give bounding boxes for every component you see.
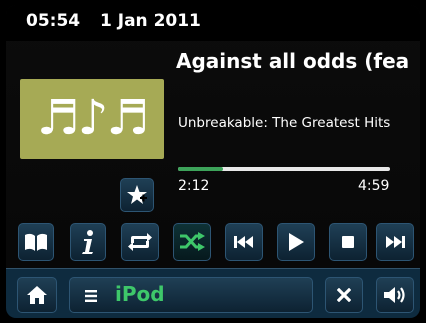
previous-button[interactable] (225, 223, 263, 261)
status-bar: 05:54 1 Jan 2011 (6, 5, 420, 41)
album-name: Unbreakable: The Greatest Hits (178, 115, 391, 131)
menu-icon (85, 290, 97, 302)
info-icon (82, 230, 93, 254)
play-icon (289, 233, 304, 251)
star-add-icon (127, 185, 147, 204)
progress-fill (178, 167, 223, 171)
shuffle-icon (180, 232, 205, 251)
total-time: 4:59 (358, 178, 390, 194)
player-screen: 05:54 1 Jan 2011 ♬♪♬ Against all odds (f… (6, 5, 420, 318)
next-icon (386, 236, 405, 248)
info-button[interactable] (70, 223, 106, 261)
source-label: iPod (115, 282, 165, 306)
home-button[interactable] (17, 277, 57, 313)
clock-date: 1 Jan 2011 (100, 11, 201, 31)
close-icon (337, 288, 351, 302)
volume-button[interactable] (376, 277, 414, 313)
progress-bar[interactable] (178, 167, 390, 171)
clock-time: 05:54 (26, 11, 81, 31)
book-icon (25, 233, 47, 251)
track-title: Against all odds (fea (176, 49, 410, 73)
repeat-button[interactable] (121, 223, 159, 261)
music-notes-icon: ♬♪♬ (36, 90, 150, 146)
source-menu-button[interactable]: iPod (69, 277, 313, 313)
add-favorite-button[interactable] (120, 178, 154, 212)
stop-button[interactable] (329, 223, 367, 261)
elapsed-time: 2:12 (178, 178, 210, 194)
close-button[interactable] (325, 277, 363, 313)
home-icon (27, 286, 47, 304)
repeat-icon (128, 233, 152, 251)
library-button[interactable] (18, 223, 54, 261)
album-art: ♬♪♬ (20, 79, 164, 159)
shuffle-button[interactable] (173, 223, 211, 261)
play-button[interactable] (277, 223, 315, 261)
speaker-icon (384, 287, 405, 303)
next-button[interactable] (376, 223, 414, 261)
stop-icon (342, 236, 354, 248)
previous-icon (234, 236, 253, 248)
